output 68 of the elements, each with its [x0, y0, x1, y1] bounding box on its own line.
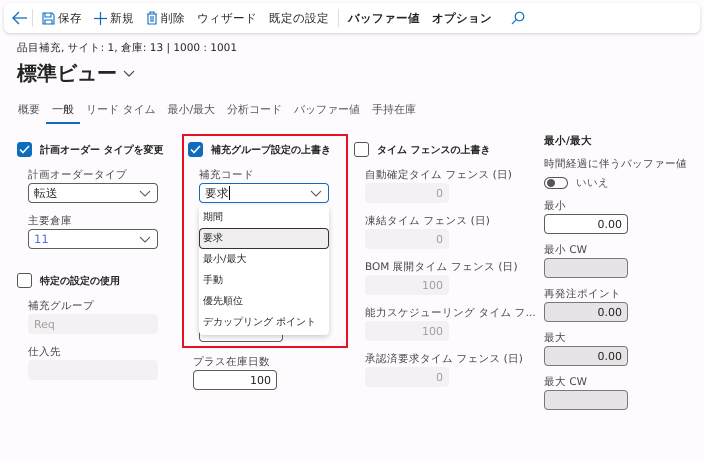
- toolbar-button[interactable]: 保存: [37, 8, 87, 28]
- save-icon: [42, 12, 55, 24]
- dropdown-option[interactable]: 期間: [199, 207, 329, 228]
- toolbar-button[interactable]: 削除: [141, 8, 190, 28]
- checkbox-label: 計画オーダー タイプを変更: [40, 143, 164, 156]
- input-field[interactable]: [544, 390, 628, 410]
- checkbox[interactable]: [354, 142, 369, 157]
- field-label: 計画オーダータイプ: [28, 169, 127, 182]
- tab[interactable]: 手持在庫: [366, 99, 422, 124]
- field-label: 凍結タイム フェンス (日): [365, 215, 490, 228]
- input-field[interactable]: [544, 258, 628, 278]
- dropdown-option[interactable]: デカップリング ポイント: [199, 312, 329, 333]
- toggle-switch[interactable]: [544, 177, 568, 189]
- checkbox-label: 特定の設定の使用: [40, 274, 120, 288]
- field-label: 能力スケジューリング タイム フ...: [365, 307, 536, 320]
- field-label: 承認済要求タイム フェンス (日): [365, 353, 523, 366]
- field-label: 最大: [544, 332, 566, 345]
- search-icon[interactable]: [511, 11, 525, 25]
- field-label: 最小 CW: [544, 244, 588, 257]
- field-label: 再発注ポイント: [544, 288, 621, 301]
- tab[interactable]: 一般: [46, 99, 80, 124]
- dropdown-field[interactable]: 要求: [199, 183, 329, 203]
- tab[interactable]: 概要: [12, 99, 46, 124]
- dropdown-option[interactable]: 最小/最大: [199, 249, 329, 270]
- view-title: 標準ビュー: [17, 60, 117, 87]
- breadcrumb: 品目補充, サイト: 1, 倉庫: 13 | 1000 : 1001: [17, 41, 238, 55]
- checkbox-label: タイム フェンスの上書き: [377, 144, 490, 156]
- input-field[interactable]: 0.00: [544, 214, 628, 234]
- tab[interactable]: リード タイム: [80, 99, 162, 124]
- toolbar-button[interactable]: ウィザード: [192, 8, 262, 28]
- back-arrow-icon[interactable]: [12, 11, 28, 25]
- field-label: プラス在庫日数: [193, 356, 270, 369]
- checkbox[interactable]: [17, 142, 32, 157]
- dropdown-option[interactable]: 要求: [199, 228, 329, 249]
- checkbox[interactable]: [188, 142, 203, 157]
- field-label: 仕入先: [28, 346, 61, 359]
- section-heading: 最小/最大: [544, 134, 593, 148]
- field-label: 最大 CW: [544, 376, 588, 389]
- trash-icon: [146, 11, 158, 25]
- input-field[interactable]: 100: [193, 370, 277, 390]
- field-label: 自動確定タイム フェンス (日): [365, 169, 512, 182]
- chevron-down-icon: [139, 236, 151, 243]
- plus-icon: [94, 12, 107, 24]
- tab[interactable]: 分析コード: [221, 99, 288, 124]
- toolbar-button[interactable]: 新規: [89, 8, 139, 28]
- tab[interactable]: バッファー値: [288, 99, 366, 124]
- dropdown-option[interactable]: 手動: [199, 270, 329, 291]
- checkbox[interactable]: [17, 273, 32, 288]
- field-label: 時間経過に伴うバッファー値: [544, 158, 687, 171]
- field-label: 補充コード: [199, 169, 254, 182]
- dropdown-field[interactable]: 転送: [28, 183, 158, 203]
- tab[interactable]: 最小/最大: [162, 99, 222, 124]
- input-field[interactable]: 0.00: [544, 302, 628, 322]
- chevron-down-icon: [139, 190, 151, 197]
- field-label: BOM 展開タイム フェンス (日): [365, 261, 518, 274]
- input-field[interactable]: 0.00: [544, 346, 628, 366]
- chevron-down-icon: [310, 190, 322, 197]
- field-label: 主要倉庫: [28, 215, 72, 228]
- dropdown-option[interactable]: 優先順位: [199, 291, 329, 312]
- field-label: 補充グループ: [28, 300, 94, 313]
- toolbar-button[interactable]: バッファー値: [343, 8, 425, 28]
- dropdown-field[interactable]: 11: [28, 229, 158, 249]
- toolbar-button[interactable]: 既定の設定: [264, 8, 334, 28]
- toggle-text: いいえ: [576, 176, 609, 190]
- field-label: 最小: [544, 200, 566, 213]
- chevron-down-icon[interactable]: [123, 70, 135, 77]
- checkbox-label: 補充グループ設定の上書き: [211, 143, 331, 156]
- toolbar-button[interactable]: オプション: [427, 8, 497, 28]
